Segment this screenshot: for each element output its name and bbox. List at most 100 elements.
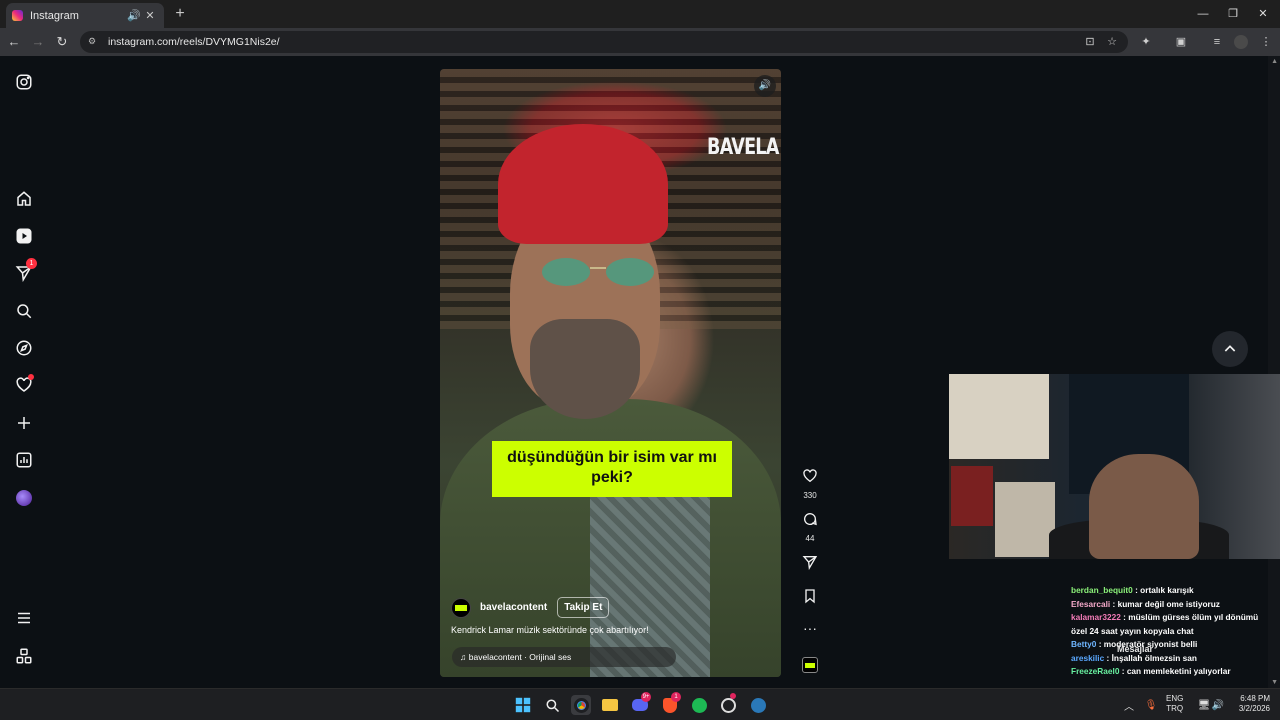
explore-compass-icon[interactable] — [14, 338, 34, 358]
chevron-up-icon — [1224, 345, 1236, 352]
notifications-heart-icon[interactable] — [14, 374, 34, 395]
wall-poster — [949, 374, 1049, 459]
close-window-button[interactable]: ✕ — [1248, 4, 1278, 24]
browser-menu-icon[interactable]: ⋮ — [1259, 35, 1273, 49]
clock-date: 3/2/2026 — [1238, 704, 1270, 713]
subtitle-line-1: düşündüğün bir isim var mı — [507, 449, 717, 466]
save-button[interactable] — [800, 588, 820, 609]
scroll-up-arrow-icon[interactable]: ▲ — [1271, 58, 1278, 65]
scroll-down-arrow-icon[interactable]: ▼ — [1271, 679, 1278, 686]
search-icon[interactable] — [542, 695, 562, 715]
windows-taskbar: 9+ 1 ︿ 🎙 🖥 🔊 — [0, 688, 1280, 720]
audio-label: bavelacontent · Orijinal ses — [468, 652, 572, 662]
notification-dot — [28, 374, 34, 380]
home-icon[interactable] — [14, 189, 34, 209]
input-language-indicator[interactable]: ENG TRQ — [1166, 694, 1183, 714]
brave-browser-icon[interactable]: 1 — [660, 692, 681, 715]
like-count: 330 — [803, 491, 817, 500]
author-username[interactable]: bavelacontent — [480, 602, 547, 613]
audio-page-thumbnail[interactable] — [802, 657, 818, 673]
minimize-button[interactable]: — — [1188, 4, 1218, 24]
chat-message: areskilic : İnşallah ölmezsin san — [1071, 652, 1197, 663]
reels-icon[interactable] — [14, 226, 34, 246]
comment-icon — [804, 513, 817, 526]
discord-icon[interactable]: 9+ — [630, 692, 651, 715]
reload-button[interactable]: ↻ — [53, 33, 71, 51]
profile-avatar[interactable] — [14, 488, 34, 508]
spotify-icon[interactable] — [689, 695, 709, 715]
brave-badge: 1 — [671, 692, 681, 702]
reel-author-row: bavelacontent Takip Et — [451, 597, 610, 618]
comment-count: 44 — [805, 534, 815, 543]
video-subtitle: düşündüğün bir isim var mı peki? — [492, 441, 732, 497]
video-cap-shape — [498, 124, 668, 244]
chat-message: Betty0 : moderatör siyonist belli — [1071, 639, 1198, 649]
bookmark-star-icon[interactable]: ☆ — [1105, 35, 1119, 49]
mute-toggle-icon[interactable]: 🔊 — [754, 75, 776, 97]
back-button[interactable]: ← — [5, 33, 23, 51]
search-icon[interactable] — [14, 301, 34, 321]
video-beard-shape — [530, 319, 640, 419]
steam-icon[interactable] — [748, 695, 768, 715]
obs-icon[interactable] — [718, 693, 738, 715]
follow-button[interactable]: Takip Et — [557, 597, 610, 618]
music-note-icon: ♫ — [460, 652, 469, 662]
clock-time: 6:48 PM — [1240, 694, 1270, 703]
subtitle-line-2: peki? — [591, 469, 633, 486]
chat-message: berdan_bequit0 : ortalık karışık — [1071, 585, 1194, 595]
tray-overflow-chevron-icon[interactable]: ︿ — [1121, 695, 1137, 715]
heart-icon — [803, 469, 817, 483]
forward-button[interactable]: → — [29, 33, 47, 51]
taskbar-clock[interactable]: 6:48 PM 3/2/2026 — [1230, 694, 1270, 714]
instagram-sidebar: 1 — [0, 56, 48, 688]
microphone-icon[interactable]: 🎙 — [1143, 695, 1159, 715]
share-button[interactable] — [800, 554, 820, 575]
extensions-icon[interactable]: ✦ — [1139, 35, 1153, 49]
chat-message: FreezeRael0 : can memleketini yalıyorlar — [1071, 666, 1231, 676]
media-controls-icon[interactable]: ≡ — [1210, 35, 1224, 49]
also-from-meta-icon[interactable] — [14, 646, 34, 666]
profile-avatar[interactable] — [1234, 35, 1248, 49]
tab-audio-icon[interactable]: 🔊 — [126, 9, 142, 22]
chrome-icon[interactable] — [571, 695, 591, 715]
sidebar-panel-icon[interactable]: ▣ — [1174, 35, 1188, 49]
address-bar[interactable]: ⚙ instagram.com/reels/DVYMG1Nis2e/ — [80, 31, 1128, 53]
file-explorer-icon[interactable] — [600, 695, 620, 715]
author-avatar[interactable] — [451, 597, 471, 618]
create-plus-icon[interactable] — [14, 413, 34, 433]
chat-message: Efesarcali : kumar değil ome istiyoruz — [1071, 598, 1220, 609]
browser-toolbar: ← → ↻ ⚙ instagram.com/reels/DVYMG1Nis2e/… — [0, 28, 1280, 56]
dashboard-icon[interactable] — [14, 450, 34, 470]
like-button[interactable]: 330 — [800, 468, 820, 500]
install-app-icon[interactable]: ⊡ — [1083, 35, 1097, 49]
maximize-button[interactable]: ❐ — [1218, 4, 1248, 24]
start-button-icon[interactable] — [513, 695, 533, 715]
bavela-watermark: BAVELA — [707, 135, 779, 160]
instagram-logo-icon[interactable] — [14, 72, 34, 92]
reel-caption[interactable]: Kendrick Lamar müzik sektöründe çok abar… — [451, 625, 649, 635]
tab-title: Instagram — [30, 9, 79, 22]
more-menu-icon[interactable] — [14, 608, 34, 628]
comment-button[interactable]: 44 — [800, 511, 820, 543]
volume-icon[interactable]: 🔊 — [1210, 695, 1226, 715]
browser-tab-strip: Instagram 🔊 ✕ + — ❐ ✕ — [0, 0, 1280, 28]
video-glasses-shape — [542, 258, 654, 286]
audio-attribution[interactable]: ♫ bavelacontent · Orijinal ses — [452, 647, 676, 667]
messages-overlay-label[interactable]: Mesajlar — [1117, 644, 1153, 654]
browser-tab[interactable]: Instagram 🔊 ✕ — [6, 3, 164, 28]
messages-icon[interactable]: 1 — [14, 258, 37, 283]
streamer-figure — [1089, 454, 1199, 559]
lang-line-2: TRQ — [1166, 704, 1184, 713]
reel-video[interactable]: BAVELA 🔊 düşündüğün bir isim var mı peki… — [440, 69, 781, 677]
wall-poster — [995, 482, 1055, 557]
more-options-icon[interactable]: ··· — [800, 620, 820, 636]
tab-close-icon[interactable]: ✕ — [142, 9, 158, 22]
scroll-up-button[interactable] — [1212, 331, 1248, 367]
instagram-favicon-icon — [12, 10, 23, 21]
new-tab-button[interactable]: + — [170, 4, 190, 24]
bookmark-icon — [805, 589, 815, 604]
url-text: instagram.com/reels/DVYMG1Nis2e/ — [108, 36, 280, 48]
messages-badge: 1 — [26, 258, 37, 269]
recording-dot — [730, 693, 736, 699]
site-info-icon[interactable]: ⚙ — [88, 36, 102, 48]
